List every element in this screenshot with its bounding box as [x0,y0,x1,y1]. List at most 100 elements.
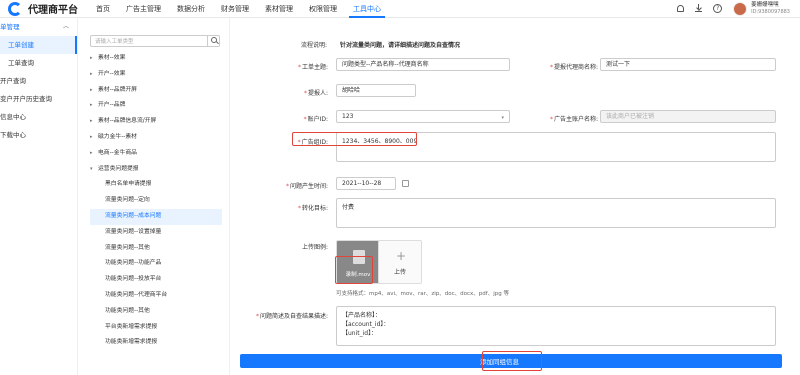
tree-node-label: 素材--效果 [98,55,126,61]
tree-node-label: 黑白名单申请提报 [105,181,152,188]
caret-right-icon[interactable]: ▸ [90,83,98,99]
caret-down-icon[interactable]: ▾ [90,162,98,178]
target-textarea[interactable]: 付费 [336,198,776,228]
main-account-input[interactable]: 该此商户已被注销 [600,110,776,123]
reporter-label: *提报人: [303,90,328,97]
tree-node-label: 素材--品牌开屏 [98,86,137,93]
desc-label: *问题简述及自查结果描述: [255,313,328,320]
caret-right-icon[interactable]: ▸ [90,146,98,162]
nav-item-0[interactable]: 首页 [88,0,118,18]
desc-textarea[interactable]: 【产品名称】： 【account_id】： 【unit_id】： [336,306,776,346]
tree-node-label: 平台类新增需求提报 [105,323,158,330]
account-select[interactable]: 123 ▾ [336,110,510,123]
sidebar-item-account-query[interactable]: 开户查询 [0,72,77,90]
tree-node[interactable]: 功能类问题--其他 [90,304,222,320]
tree-node[interactable]: 平台类新增需求提报 [90,320,222,336]
tree-search[interactable]: 请输入工单类型 [90,35,220,47]
top-right-tools: ? 姜姗姗嘿嘿 ID:9380097883 [669,0,790,18]
sidebar-item-download-center[interactable]: 下载中心 [0,126,77,144]
tree-node[interactable]: 功能类问题--功能产品 [90,256,222,272]
tree-node-label: 运营类问题提报 [98,165,139,172]
tree-node[interactable]: 流量类问题--其他 [90,241,222,257]
sidebar-item-history-query[interactable]: 变户开户历史查询 [0,90,77,108]
title-label: *工单主题: [297,64,328,71]
tree-node[interactable]: 功能类问题--代理商平台 [90,288,222,304]
tree-node[interactable]: 流量类问题--成本问题 [90,208,222,225]
highlight-adgroup [292,132,417,146]
sidebar-group-label: 单管理 [0,23,20,31]
app-name: 代理商平台 [28,5,78,16]
tree-node[interactable]: ▾ 运营类问题提报 [90,162,222,178]
sidebar-item-info-center[interactable]: 信息中心 [0,108,77,126]
caret-right-icon[interactable]: ▸ [90,98,98,114]
main-nav: 首页 广告主管理 数据分析 财务管理 素材管理 权限管理 工具中心 [88,0,389,18]
title-input[interactable]: 问题类型--产品名称--代理商名称 [336,58,510,71]
top-bar: 代理商平台 首页 广告主管理 数据分析 财务管理 素材管理 权限管理 工具中心 ? 姜姗姗嘿… [0,0,800,18]
date-value: 2021--10--28 [342,180,382,187]
caret-right-icon[interactable]: ▸ [90,51,98,67]
target-label: *转化目标: [297,205,328,212]
tree-node-label: 功能类问题--其他 [105,307,150,314]
tree-node[interactable]: 流量类问题--设置掉量 [90,225,222,241]
ticket-form: 流程说明: 针对流量类问题，请详细描述问题及自查情况 *工单主题: 问题类型--… [240,18,800,375]
nav-item-1[interactable]: 广告主管理 [118,0,169,18]
tree-node-list: ▸ 素材--效果 ▸ 开户--效果 ▸ 素材--品牌开屏 ▸ 开户--品牌 ▸ 素材--品牌信息流… [90,51,222,351]
nav-item-5[interactable]: 权限管理 [301,0,345,18]
nav-item-2[interactable]: 数据分析 [169,0,213,18]
tree-node[interactable]: ▸ 素材--效果 [90,51,222,67]
main-account-label: *广告主账户名称: [549,116,598,123]
desc-line: 【account_id】： [342,321,390,328]
chevron-down-icon: ▾ [501,115,504,121]
highlight-submit [482,351,542,371]
desc-line: 【产品名称】： [342,312,382,319]
tree-node-label: 功能类问题--代理商平台 [105,291,168,298]
tree-search-input[interactable]: 请输入工单类型 [91,37,207,45]
bell-icon[interactable] [677,4,687,14]
sidebar-item-ticket-create[interactable]: 工单创建 [0,36,77,54]
upload-label: 上传图例: [301,244,328,251]
nav-item-3[interactable]: 财务管理 [213,0,257,18]
account-value: 123 [342,113,354,120]
reporter-input[interactable]: 胡哈哈 [336,84,416,97]
tree-node[interactable]: ▸ 磁力金牛--素材 [90,130,222,146]
tree-node-label: 开户--品牌 [98,102,126,109]
sidebar-group-ticket[interactable]: 单管理 ︿ [0,18,77,36]
tree-node[interactable]: ▸ 电商--金牛商品 [90,146,222,162]
sidebar-item-ticket-query[interactable]: 工单查询 [0,54,77,72]
help-icon[interactable]: ? [713,4,723,14]
tree-node[interactable]: 功能类问题--投放平台 [90,272,222,288]
user-id: ID:9380097883 [751,9,790,15]
caret-right-icon[interactable]: ▸ [90,114,98,130]
tree-node[interactable]: 黑白名单申请提报 [90,177,222,193]
account-label: *账户ID: [303,116,328,123]
tree-node-label: 功能类新增需求提报 [105,339,158,346]
divider [229,18,230,375]
tree-node[interactable]: ▸ 开户--品牌 [90,98,222,114]
tree-node[interactable]: ▸ 素材--品牌信息流/开屏 [90,114,222,130]
download-icon[interactable] [695,4,705,14]
agent-name-label: *提报代理商名称: [549,64,598,71]
plus-icon: + [396,249,407,263]
date-picker[interactable]: 2021--10--28 [336,177,409,190]
caret-right-icon[interactable]: ▸ [90,130,98,146]
tree-node-label: 流量类问题--成本问题 [105,212,162,219]
upload-button[interactable]: + 上传 [378,240,422,284]
upload-button-label: 上传 [393,269,406,276]
time-label: *问题产生时间: [285,183,328,190]
tree-node[interactable]: 流量类问题--定向 [90,193,222,209]
calendar-icon[interactable] [402,180,409,187]
agent-name-input[interactable]: 测试一下 [600,58,776,71]
tree-node[interactable]: ▸ 素材--品牌开屏 [90,83,222,99]
tree-node[interactable]: ▸ 开户--效果 [90,67,222,83]
highlight-upload [335,256,373,284]
tree-node-label: 流量类问题--设置掉量 [105,228,162,235]
user-info[interactable]: 姜姗姗嘿嘿 ID:9380097883 [751,2,790,16]
caret-right-icon[interactable]: ▸ [90,67,98,83]
avatar[interactable] [733,2,748,16]
search-icon[interactable] [207,35,219,47]
ticket-type-tree: 请输入工单类型 ▸ 素材--效果 ▸ 开户--效果 ▸ 素材--品牌开屏 ▸ 开户--品牌 ▸ 素… [90,35,222,375]
nav-item-4[interactable]: 素材管理 [257,0,301,18]
app-logo[interactable]: 代理商平台 [0,0,88,18]
tree-node[interactable]: 功能类新增需求提报 [90,335,222,351]
nav-item-6[interactable]: 工具中心 [345,0,389,18]
